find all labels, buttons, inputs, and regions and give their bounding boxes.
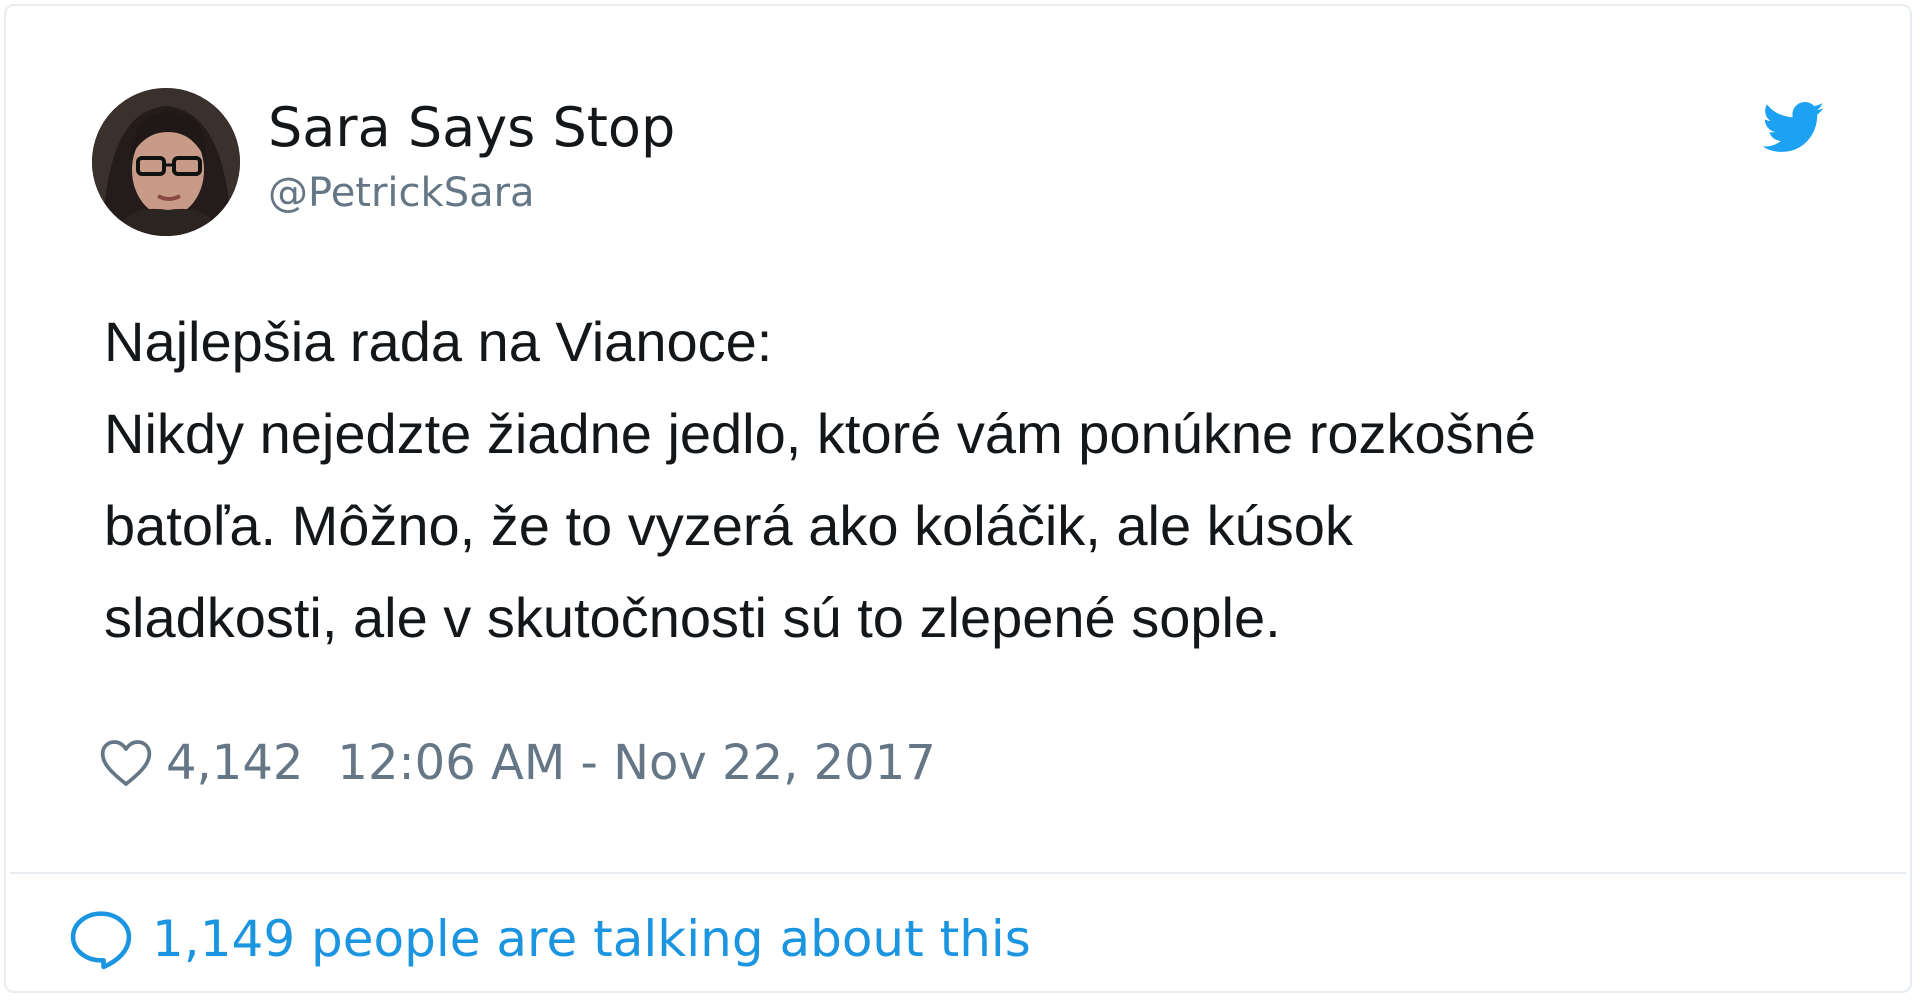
tweet-text-line: Nikdy nejedzte žiadne jedlo, ktoré vám p… (104, 402, 1536, 465)
conversation-link[interactable]: 1,149 people are talking about this (68, 904, 1031, 974)
heart-icon[interactable] (98, 735, 154, 791)
speech-bubble-icon (70, 911, 132, 970)
tweet-card: Sara Says Stop @PetrickSara Najlepšia ra… (4, 4, 1912, 993)
avatar[interactable] (92, 88, 240, 236)
avatar-photo-icon (92, 88, 240, 236)
tweet-text-line: batoľa. Môžno, že to vyzerá ako koláčik,… (104, 494, 1353, 557)
author-handle[interactable]: @PetrickSara (268, 168, 675, 218)
twitter-bird-icon[interactable] (1762, 102, 1826, 154)
author-info: Sara Says Stop @PetrickSara (268, 96, 675, 218)
divider (10, 872, 1906, 874)
conversation-count-text: 1,149 people are talking about this (152, 910, 1031, 968)
tweet-text-line: sladkosti, ale v skutočnosti sú to zlepe… (104, 586, 1281, 649)
tweet-header: Sara Says Stop @PetrickSara (92, 88, 1852, 242)
tweet-body: Najlepšia rada na Vianoce: Nikdy nejedzt… (104, 296, 1844, 664)
tweet-text-line: Najlepšia rada na Vianoce: (104, 310, 773, 373)
author-display-name[interactable]: Sara Says Stop (268, 96, 675, 160)
tweet-meta: 4,142 12:06 AM - Nov 22, 2017 (98, 728, 936, 798)
twitter-logo (1762, 102, 1825, 152)
like-count[interactable]: 4,142 (166, 735, 303, 791)
tweet-timestamp[interactable]: 12:06 AM - Nov 22, 2017 (337, 735, 935, 791)
